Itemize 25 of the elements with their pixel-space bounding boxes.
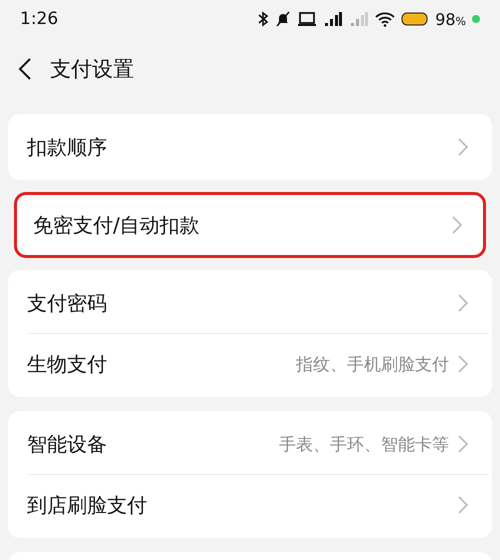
bluetooth-icon (257, 11, 270, 27)
laptop-icon (297, 11, 318, 27)
setting-label[interactable]: 到店刷脸支付 (27, 492, 147, 518)
chevron-right-icon (457, 293, 469, 313)
setting-label[interactable]: 扣款顺序 (27, 134, 107, 160)
chevron-right-icon (451, 215, 463, 235)
setting-detail: 手表、手环、智能卡等 (279, 434, 449, 456)
signal-icon (323, 11, 344, 27)
chevron-right-icon (457, 354, 469, 374)
status-dot-icon (472, 15, 480, 23)
battery-percent: 98% (435, 10, 466, 28)
setting-label[interactable]: 生物支付 (27, 350, 107, 378)
setting-label[interactable]: 智能设备 (27, 430, 107, 458)
setting-detail: 指纹、手机刷脸支付 (296, 354, 449, 376)
setting-label[interactable]: 免密支付/自动扣款 (33, 212, 200, 238)
setting-label[interactable]: 支付密码 (27, 290, 107, 316)
weak-signal-icon (349, 11, 370, 27)
page-title: 支付设置 (50, 56, 134, 83)
wifi-icon (375, 11, 396, 27)
chevron-right-icon (457, 495, 469, 515)
muted-bell-icon (275, 11, 292, 27)
chevron-right-icon (457, 137, 469, 157)
battery-icon (401, 11, 430, 27)
chevron-right-icon (457, 434, 469, 454)
status-time: 1:26 (20, 9, 58, 29)
